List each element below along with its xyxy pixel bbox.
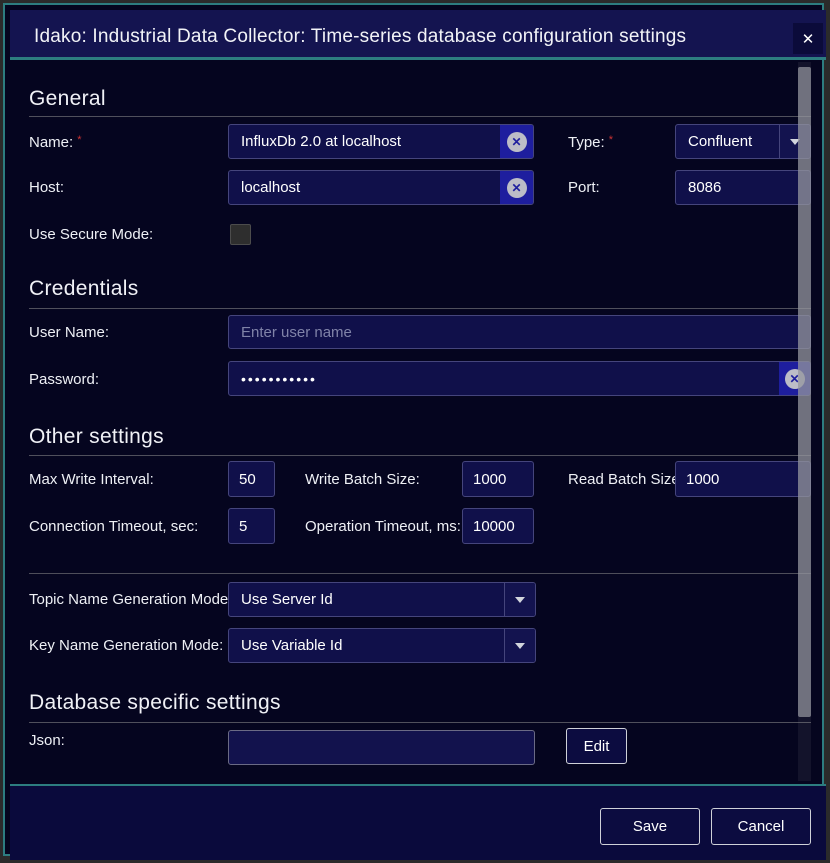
username-field[interactable] <box>228 315 811 349</box>
operation-timeout-input[interactable] <box>463 509 533 543</box>
json-input[interactable] <box>229 731 534 764</box>
section-heading-db-specific: Database specific settings <box>29 691 281 715</box>
host-input[interactable] <box>229 171 500 204</box>
required-asterisk: * <box>609 134 613 146</box>
title-bar: Idako: Industrial Data Collector: Time-s… <box>10 10 826 57</box>
topic-mode-arrow-button[interactable] <box>504 583 535 616</box>
name-field[interactable]: ✕ <box>228 124 534 159</box>
name-label-text: Name: <box>29 134 73 151</box>
password-field[interactable]: ••••••••••• ✕ <box>228 361 811 396</box>
required-asterisk: * <box>77 134 81 146</box>
type-dropdown[interactable]: Confluent <box>675 124 811 159</box>
username-input[interactable] <box>229 316 810 348</box>
secure-mode-label: Use Secure Mode: <box>29 226 153 243</box>
read-batch-size-field[interactable] <box>675 461 811 497</box>
key-mode-arrow-button[interactable] <box>504 629 535 662</box>
close-button[interactable]: ✕ <box>793 23 823 54</box>
key-mode-label: Key Name Generation Mode: <box>29 637 223 654</box>
section-heading-other-settings: Other settings <box>29 425 164 449</box>
write-batch-size-field[interactable] <box>462 461 534 497</box>
type-dropdown-value: Confluent <box>676 125 779 158</box>
scrollbar-thumb[interactable] <box>798 67 811 717</box>
key-mode-dropdown[interactable]: Use Variable Id <box>228 628 536 663</box>
type-label: Type: * <box>568 134 613 151</box>
operation-timeout-label: Operation Timeout, ms: <box>305 518 461 535</box>
connection-timeout-input[interactable] <box>229 509 274 543</box>
clear-icon: ✕ <box>507 132 527 152</box>
name-label: Name: * <box>29 134 81 151</box>
host-label: Host: <box>29 179 64 196</box>
titlebar-separator <box>10 57 826 60</box>
type-label-text: Type: <box>568 134 605 151</box>
connection-timeout-label: Connection Timeout, sec: <box>29 518 198 535</box>
section-heading-credentials: Credentials <box>29 277 139 301</box>
key-mode-value: Use Variable Id <box>229 629 504 662</box>
host-clear-button[interactable]: ✕ <box>500 171 533 204</box>
chevron-down-icon <box>515 643 525 649</box>
heading-rule <box>29 722 811 723</box>
heading-rule <box>29 455 811 456</box>
heading-rule <box>29 116 811 117</box>
topic-mode-value: Use Server Id <box>229 583 504 616</box>
write-batch-size-input[interactable] <box>463 462 533 496</box>
max-write-interval-field[interactable] <box>228 461 275 497</box>
screen: Idako: Industrial Data Collector: Time-s… <box>0 0 830 863</box>
port-label: Port: <box>568 179 600 196</box>
section-divider <box>29 573 811 574</box>
json-field[interactable] <box>228 730 535 765</box>
window-title: Idako: Industrial Data Collector: Time-s… <box>34 26 686 48</box>
close-icon: ✕ <box>802 30 815 48</box>
host-field[interactable]: ✕ <box>228 170 534 205</box>
dialog-footer <box>10 784 826 860</box>
edit-button[interactable]: Edit <box>566 728 627 764</box>
cancel-button-label: Cancel <box>738 818 785 835</box>
write-batch-size-label: Write Batch Size: <box>305 471 420 488</box>
chevron-down-icon <box>515 597 525 603</box>
section-heading-general: General <box>29 87 106 111</box>
name-clear-button[interactable]: ✕ <box>500 125 533 158</box>
password-label: Password: <box>29 371 99 388</box>
topic-mode-dropdown[interactable]: Use Server Id <box>228 582 536 617</box>
cancel-button[interactable]: Cancel <box>711 808 811 845</box>
json-label: Json: <box>29 732 65 749</box>
vertical-scrollbar[interactable] <box>798 62 811 781</box>
save-button-label: Save <box>633 818 667 835</box>
username-label: User Name: <box>29 324 109 341</box>
clear-icon: ✕ <box>507 178 527 198</box>
read-batch-size-input[interactable] <box>676 462 810 496</box>
save-button[interactable]: Save <box>600 808 700 845</box>
max-write-interval-label: Max Write Interval: <box>29 471 154 488</box>
edit-button-label: Edit <box>584 738 610 755</box>
heading-rule <box>29 308 811 309</box>
secure-mode-checkbox[interactable] <box>230 224 251 245</box>
password-masked-value[interactable]: ••••••••••• <box>229 362 779 395</box>
connection-timeout-field[interactable] <box>228 508 275 544</box>
port-field[interactable] <box>675 170 811 205</box>
dialog-window: Idako: Industrial Data Collector: Time-s… <box>3 3 824 856</box>
read-batch-size-label: Read Batch Size: <box>568 471 684 488</box>
max-write-interval-input[interactable] <box>229 462 274 496</box>
topic-mode-label: Topic Name Generation Mode: <box>29 591 232 608</box>
port-input[interactable] <box>676 171 810 204</box>
operation-timeout-field[interactable] <box>462 508 534 544</box>
name-input[interactable] <box>229 125 500 158</box>
